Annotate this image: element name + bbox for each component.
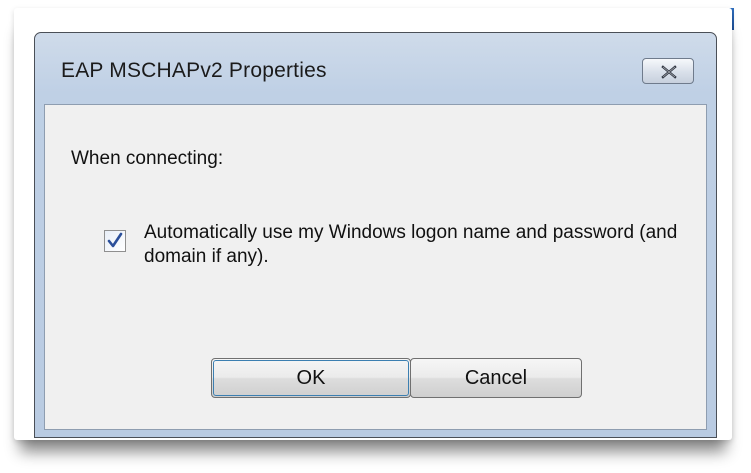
ok-button[interactable]: OK [211, 358, 411, 398]
auto-logon-checkbox[interactable] [104, 230, 126, 252]
dialog-titlebar[interactable]: EAP MSCHAPv2 Properties [35, 33, 716, 105]
when-connecting-label: When connecting: [71, 148, 224, 169]
close-button[interactable] [642, 58, 694, 84]
screenshot-canvas: EAP MSCHAPv2 Properties When connecting:… [0, 0, 751, 473]
close-icon [661, 65, 677, 79]
auto-logon-label[interactable]: Automatically use my Windows logon name … [144, 221, 684, 269]
checkmark-icon [107, 232, 123, 248]
cancel-button[interactable]: Cancel [410, 358, 582, 398]
dialog-title: EAP MSCHAPv2 Properties [61, 59, 327, 82]
